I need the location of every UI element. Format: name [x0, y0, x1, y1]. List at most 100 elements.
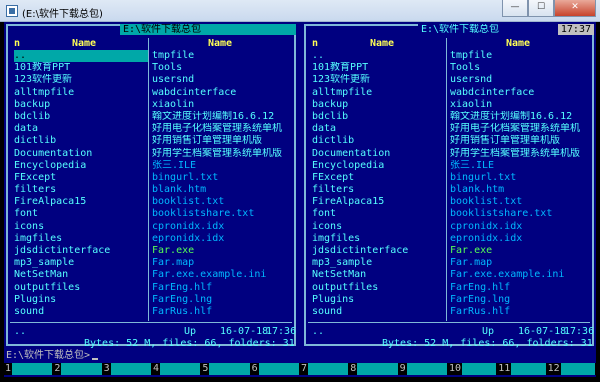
function-key-f6[interactable]: 6 — [250, 363, 300, 375]
file-entry[interactable]: tmpfile — [450, 50, 590, 62]
file-entry[interactable]: cpronidx.idx — [450, 221, 590, 233]
file-entry[interactable]: data — [312, 123, 446, 135]
file-entry[interactable]: FExcept — [312, 172, 446, 184]
file-entry[interactable]: blank.htm — [450, 184, 590, 196]
file-entry[interactable]: 好用电子化档案管理系统单机 — [152, 123, 292, 135]
function-key-f5[interactable]: 5 — [201, 363, 250, 375]
file-entry[interactable]: 123软件更新 — [14, 74, 148, 86]
file-entry[interactable]: xiaolin — [450, 99, 590, 111]
file-entry[interactable]: booklist.txt — [450, 196, 590, 208]
file-entry[interactable]: bdclib — [312, 111, 446, 123]
file-entry[interactable]: wabdcinterface — [152, 87, 292, 99]
file-entry[interactable]: 翰文进度计划编制16.6.12 — [152, 111, 292, 123]
file-entry[interactable]: Encyclopedia — [14, 160, 148, 172]
file-entry[interactable]: FarRus.hlf — [450, 306, 590, 318]
file-entry[interactable]: Far.exe — [152, 245, 292, 257]
file-entry[interactable]: Far.exe — [450, 245, 590, 257]
file-entry[interactable]: FExcept — [14, 172, 148, 184]
file-entry[interactable]: 好用销售订单管理单机版 — [450, 135, 590, 147]
file-entry[interactable]: bingurl.txt — [450, 172, 590, 184]
file-entry[interactable]: booklistshare.txt — [152, 208, 292, 220]
file-entry[interactable]: cpronidx.idx — [152, 221, 292, 233]
file-entry[interactable]: font — [312, 208, 446, 220]
file-entry[interactable]: alltmpfile — [14, 87, 148, 99]
function-key-f2[interactable]: 2 — [53, 363, 102, 375]
right-panel[interactable]: E:\软件下载总包 17:37 n Name Name .. 101教育PPT 12… — [304, 24, 594, 349]
file-entry[interactable]: 好用学生档案管理系统单机版 — [152, 148, 292, 160]
file-entry[interactable]: imgfiles — [14, 233, 148, 245]
file-entry[interactable]: icons — [312, 221, 446, 233]
file-entry[interactable]: dictlib — [312, 135, 446, 147]
file-entry[interactable]: usersnd — [450, 74, 590, 86]
file-entry[interactable]: xiaolin — [152, 99, 292, 111]
console-area[interactable]: E:\软件下载总包 n Name Name .. 101教育PPT 123软件更新 a… — [4, 22, 596, 377]
file-entry[interactable]: wabdcinterface — [450, 87, 590, 99]
close-button[interactable]: ✕ — [554, 0, 596, 17]
file-entry[interactable]: FarEng.hlf — [450, 282, 590, 294]
file-entry[interactable]: epronidx.idx — [450, 233, 590, 245]
command-line[interactable]: E:\软件下载总包> — [6, 350, 99, 362]
file-entry[interactable]: imgfiles — [312, 233, 446, 245]
file-entry[interactable]: data — [14, 123, 148, 135]
function-key-f9[interactable]: 9 — [398, 363, 448, 375]
function-key-f7[interactable]: 7 — [299, 363, 349, 375]
file-entry[interactable]: bingurl.txt — [152, 172, 292, 184]
file-entry[interactable]: FarEng.lng — [450, 294, 590, 306]
file-entry[interactable]: .. — [312, 50, 446, 62]
function-key-f11[interactable]: 11 — [497, 363, 546, 375]
file-entry[interactable]: Far.map — [152, 257, 292, 269]
file-entry[interactable]: filters — [312, 184, 446, 196]
file-entry[interactable]: Encyclopedia — [312, 160, 446, 172]
file-entry[interactable]: FireAlpaca15 — [312, 196, 446, 208]
file-entry[interactable]: outputfiles — [312, 282, 446, 294]
file-entry[interactable]: 好用学生档案管理系统单机版 — [450, 148, 590, 160]
minimize-button[interactable]: — — [502, 0, 528, 17]
file-entry[interactable]: font — [14, 208, 148, 220]
file-entry[interactable]: outputfiles — [14, 282, 148, 294]
file-entry[interactable]: 翰文进度计划编制16.6.12 — [450, 111, 590, 123]
file-entry[interactable]: FarEng.hlf — [152, 282, 292, 294]
file-entry[interactable]: Far.map — [450, 257, 590, 269]
file-entry[interactable]: 123软件更新 — [312, 74, 446, 86]
maximize-button[interactable]: ☐ — [528, 0, 554, 17]
file-entry[interactable]: backup — [14, 99, 148, 111]
file-entry[interactable]: NetSetMan — [14, 269, 148, 281]
file-entry[interactable]: mp3_sample — [14, 257, 148, 269]
file-entry[interactable]: alltmpfile — [312, 87, 446, 99]
file-entry[interactable]: FireAlpaca15 — [14, 196, 148, 208]
file-entry[interactable]: dictlib — [14, 135, 148, 147]
function-key-f4[interactable]: 4 — [151, 363, 201, 375]
file-entry[interactable]: booklist.txt — [152, 196, 292, 208]
function-key-f3[interactable]: 3 — [102, 363, 152, 375]
file-entry[interactable]: Documentation — [312, 148, 446, 160]
file-entry[interactable]: Plugins — [312, 294, 446, 306]
file-entry[interactable]: Tools — [450, 62, 590, 74]
file-entry[interactable]: icons — [14, 221, 148, 233]
file-entry[interactable]: .. — [14, 50, 148, 63]
file-entry[interactable]: NetSetMan — [312, 269, 446, 281]
file-entry[interactable]: 好用电子化档案管理系统单机 — [450, 123, 590, 135]
file-entry[interactable]: epronidx.idx — [152, 233, 292, 245]
file-entry[interactable]: booklistshare.txt — [450, 208, 590, 220]
file-entry[interactable]: bdclib — [14, 111, 148, 123]
file-entry[interactable]: usersnd — [152, 74, 292, 86]
file-entry[interactable]: mp3_sample — [312, 257, 446, 269]
function-key-f12[interactable]: 12 — [546, 363, 596, 375]
window-titlebar[interactable]: (E:\软件下载总包) — ☐ ✕ — [0, 0, 600, 22]
file-entry[interactable]: blank.htm — [152, 184, 292, 196]
function-key-f10[interactable]: 10 — [447, 363, 497, 375]
file-entry[interactable]: sound — [312, 306, 446, 318]
function-key-f1[interactable]: 1 — [4, 363, 53, 375]
file-entry[interactable]: filters — [14, 184, 148, 196]
file-entry[interactable]: 101教育PPT — [312, 62, 446, 74]
file-entry[interactable]: 101教育PPT — [14, 62, 148, 74]
file-entry[interactable]: 张三.ILE — [152, 160, 292, 172]
file-entry[interactable]: 张三.ILE — [450, 160, 590, 172]
file-entry[interactable]: jdsdictinterface — [312, 245, 446, 257]
left-panel[interactable]: E:\软件下载总包 n Name Name .. 101教育PPT 123软件更新 a… — [6, 24, 296, 349]
file-entry[interactable]: 好用销售订单管理单机版 — [152, 135, 292, 147]
file-entry[interactable]: jdsdictinterface — [14, 245, 148, 257]
file-entry[interactable]: sound — [14, 306, 148, 318]
file-entry[interactable]: Far.exe.example.ini — [450, 269, 590, 281]
function-key-f8[interactable]: 8 — [349, 363, 398, 375]
